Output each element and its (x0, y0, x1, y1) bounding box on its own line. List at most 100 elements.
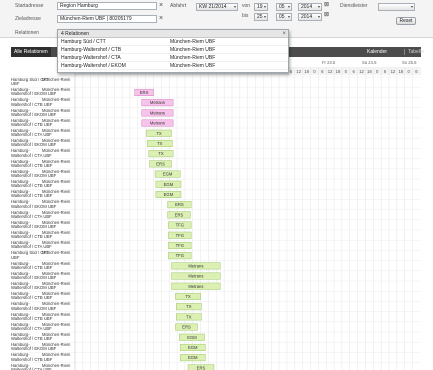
from-label: von (242, 3, 251, 9)
clear-to-icon[interactable]: ⊠ (324, 12, 329, 19)
row-destination: München-Riem (42, 180, 71, 184)
clear-from-icon[interactable]: ⊠ (324, 2, 329, 9)
hour-tick-label: 18 (398, 69, 403, 74)
row-destination: München-Riem (42, 302, 71, 307)
row-terminal: Waltershof / CTB UBF (11, 101, 53, 107)
start-label: Startadresse (15, 3, 44, 9)
close-icon[interactable]: × (282, 30, 286, 38)
train-operator-label: ERS (197, 365, 206, 370)
week-select[interactable]: KW 21/2014 ▾ (196, 3, 238, 11)
relation-row-label: Hamburg- München-Riem Waltershof / CTB UBF (11, 180, 73, 188)
relation-row-label: Hamburg- München-Riem Waltershof / CTA UBF (11, 241, 73, 249)
row-terminal: Waltershof / EKOM UBF (11, 142, 57, 148)
row-destination: München-Riem (42, 261, 71, 266)
tab-calendar[interactable]: Kalender (367, 47, 387, 57)
row-destination: München-Riem (42, 220, 71, 225)
chevron-down-icon: ▾ (233, 4, 236, 9)
relations-gantt: 6121806121806121806121806121806121806121… (11, 57, 421, 370)
row-destination: München-Riem (42, 231, 71, 235)
relation-row-label: Hamburg- München-Riem Waltershof / CTA UBF (11, 129, 73, 137)
relation-option[interactable]: Hamburg-Waltershof / CTB München-Riem UBF (58, 46, 288, 54)
relation-option[interactable]: Hamburg Süd / CTT München-Riem UBF (58, 38, 288, 46)
to-label: bis (242, 13, 249, 19)
relation-row-label: Hamburg- München-Riem Waltershof / CTB UBF (11, 160, 73, 168)
row-destination: München-Riem (42, 159, 71, 164)
row-terminal: Waltershof / CTB UBF (11, 264, 53, 270)
train-operator-label: Metrans (150, 110, 165, 115)
relation-row-label: Hamburg- München-Riem Waltershof / CTB UBF (11, 119, 73, 127)
clear-start-icon[interactable]: × (159, 2, 163, 9)
from-month-select[interactable]: 05 ▾ (276, 3, 292, 11)
train-operator-label: Metrans (150, 100, 165, 105)
relation-row-label: Hamburg- München-Riem Waltershof / CTA UBF (11, 323, 73, 331)
row-destination: München-Riem (42, 169, 71, 174)
row-terminal: Waltershof / EKOM UBF (11, 346, 57, 352)
train-operator-label: TFG (176, 253, 184, 258)
train-operator-label: Metrans (188, 284, 203, 289)
hour-tick-label: 18 (304, 69, 309, 74)
row-destination: München-Riem (42, 312, 71, 317)
relation-option[interactable]: Hamburg-Waltershof / CTA München-Riem UBF (58, 54, 288, 62)
row-terminal: Waltershof / CTA UBF (11, 213, 52, 219)
train-operator-label: ERS (175, 212, 184, 217)
relations-count: 4 Relationen (61, 31, 90, 37)
hour-tick-label: 12 (296, 69, 301, 74)
train-operator-label: TX (186, 314, 192, 319)
to-day-select[interactable]: 25 ▾ (254, 13, 268, 21)
train-operator-label: ERS (175, 202, 184, 207)
hour-tick-label: 18 (367, 69, 372, 74)
chevron-down-icon: ▾ (410, 4, 413, 9)
relation-row-label: Hamburg Süd / CTT München-Riem UBF (11, 251, 73, 259)
target-address-field[interactable]: München-Riem UBF | 80205179 (57, 15, 157, 23)
to-day-value: 25 (257, 14, 263, 20)
train-operator-label: TFG (176, 243, 184, 248)
relation-option[interactable]: Hamburg-Waltershof / EKOM München-Riem UB… (58, 62, 288, 70)
tab-table[interactable]: Tabelle (408, 47, 424, 57)
relation-origin: Hamburg Süd / CTT (61, 39, 106, 45)
train-operator-label: EGM (188, 345, 198, 350)
hour-tick-label: 12 (391, 69, 396, 74)
hour-tick-label: 12 (328, 69, 333, 74)
row-terminal: Waltershof / CTA UBF (11, 244, 52, 250)
row-destination: München-Riem (42, 149, 71, 154)
relation-row-label: Hamburg- München-Riem Waltershof / EKOM UB… (11, 139, 73, 147)
relation-destination: München-Riem UBF (170, 39, 216, 45)
row-terminal: UBF (11, 254, 20, 260)
row-destination: München-Riem (42, 322, 71, 327)
row-terminal: Waltershof / CTA UBF (11, 326, 52, 331)
reset-button[interactable]: Reset (396, 17, 416, 25)
row-terminal: Waltershof / CTB UBF (11, 234, 53, 239)
hour-tick-label: 12 (359, 69, 364, 74)
row-terminal: Waltershof / CTB UBF (11, 336, 53, 341)
row-terminal: Waltershof / EKOM UBF (11, 224, 57, 229)
row-destination: München-Riem (42, 271, 71, 276)
row-destination: München-Riem (42, 190, 71, 195)
train-operator-label: Metrans (150, 121, 165, 126)
train-operator-label: TX (186, 304, 192, 309)
day-label: Fr 23.5 (322, 60, 336, 65)
row-terminal: Waltershof / CTB UBF (11, 183, 53, 188)
relations-label: Relationen (15, 30, 39, 36)
to-month-select[interactable]: 05 ▾ (276, 13, 292, 21)
relation-destination: München-Riem UBF (170, 63, 216, 69)
provider-select[interactable]: ▾ (378, 3, 415, 11)
row-terminal: Waltershof / EKOM UBF (11, 285, 57, 290)
row-terminal: Waltershof / CTA UBF (11, 152, 52, 158)
train-operator-label: TX (185, 294, 191, 299)
row-terminal: Waltershof / EKOM UBF (11, 173, 57, 178)
row-destination: München-Riem (42, 129, 71, 133)
all-relations-title: Alle Relationen (11, 47, 51, 57)
relation-row-label: Hamburg- München-Riem Waltershof / EKOM UB… (11, 221, 73, 229)
row-destination: München-Riem (42, 139, 71, 144)
from-year-select[interactable]: 2014 ▾ (298, 3, 322, 11)
start-address-field[interactable]: Region Hamburg (57, 2, 157, 10)
to-year-select[interactable]: 2014 ▾ (298, 13, 322, 21)
train-operator-label: Metrans (188, 263, 203, 268)
target-label: Zieladresse (15, 16, 41, 22)
hour-tick-label: 18 (336, 69, 341, 74)
train-operator-label: EGM (163, 172, 173, 177)
row-terminal: Waltershof / CTB UBF (11, 356, 53, 362)
clear-target-icon[interactable]: × (159, 15, 163, 22)
from-day-select[interactable]: 19 ▾ (254, 3, 268, 11)
to-year-value: 2014 (301, 14, 313, 20)
